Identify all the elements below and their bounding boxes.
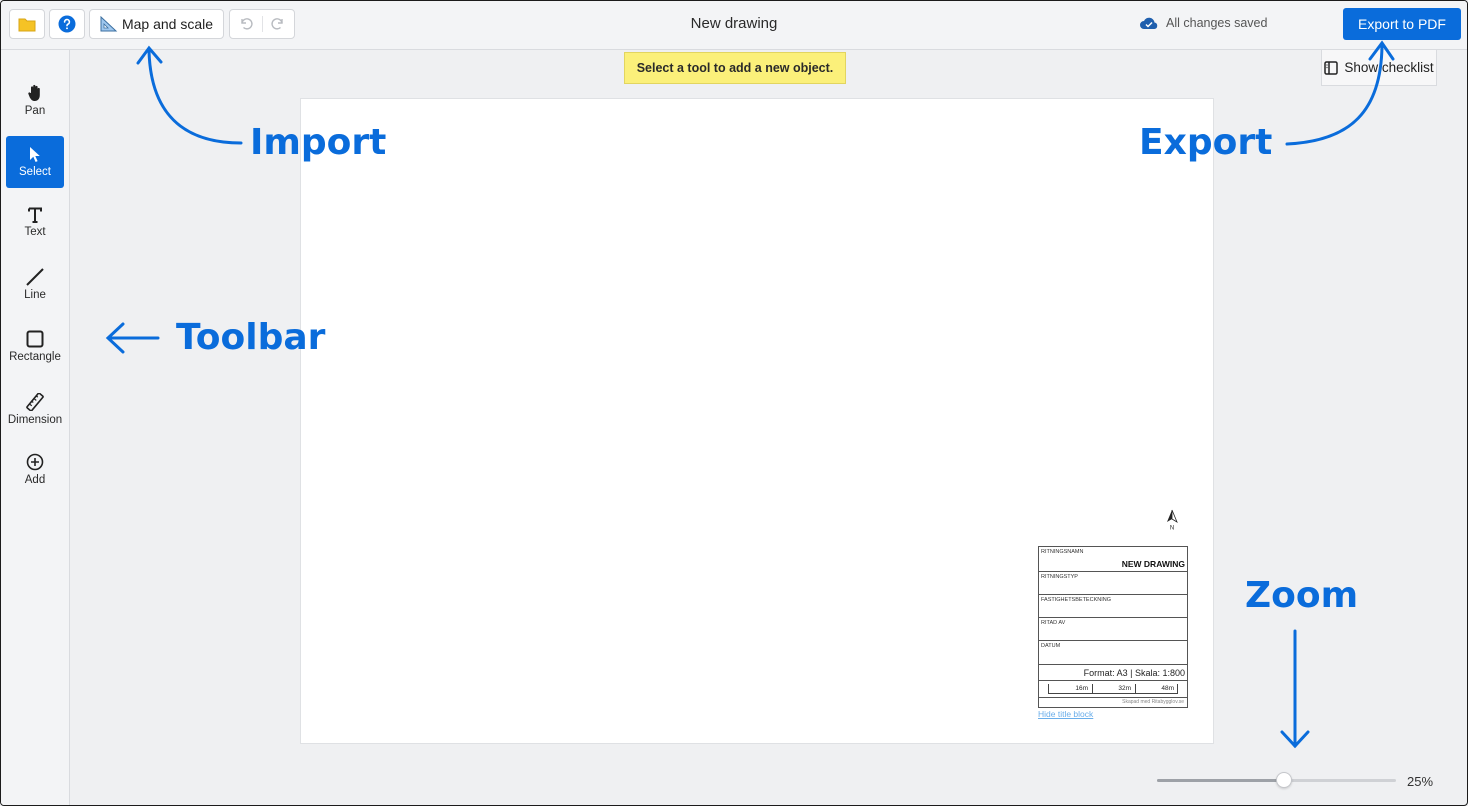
tool-hint: Select a tool to add a new object.	[624, 52, 846, 84]
zoom-slider[interactable]	[1157, 772, 1396, 788]
folder-icon	[18, 18, 36, 31]
property-key: FASTIGHETSBETECKNING	[1041, 597, 1111, 603]
tool-pan[interactable]: Pan	[6, 74, 64, 126]
set-square-icon	[100, 16, 118, 32]
scale-tick	[1092, 684, 1093, 693]
type-key: RITNINGSTYP	[1041, 574, 1078, 580]
toolbar-annotation: Toolbar	[176, 317, 326, 358]
hide-title-block-link[interactable]: Hide title block	[1038, 709, 1093, 719]
scale-bar: 16m 32m 48m	[1048, 684, 1178, 694]
tool-rectangle-label: Rectangle	[9, 350, 61, 363]
title-block-name-row: RITNINGSNAMN NEW DRAWING	[1039, 547, 1187, 572]
show-checklist-label: Show checklist	[1344, 60, 1434, 75]
scale-mark-2: 32m	[1118, 685, 1131, 692]
tool-line-label: Line	[24, 288, 46, 301]
date-key: DATUM	[1041, 643, 1061, 649]
map-and-scale-label: Map and scale	[121, 16, 214, 32]
show-checklist-button[interactable]: Show checklist	[1321, 50, 1437, 86]
name-value: NEW DRAWING	[1121, 559, 1185, 569]
tool-text[interactable]: Text	[6, 196, 64, 248]
redo-button[interactable]	[263, 16, 295, 32]
plus-circle-icon	[26, 453, 44, 470]
title-block-date-row: DATUM	[1039, 641, 1187, 665]
title-block[interactable]: RITNINGSNAMN NEW DRAWING RITNINGSTYP FAS…	[1038, 546, 1188, 708]
zoom-arrowhead	[1280, 730, 1310, 749]
north-arrow-icon: N	[1167, 509, 1178, 532]
cursor-icon	[30, 147, 40, 162]
title-block-property-row: FASTIGHETSBETECKNING	[1039, 595, 1187, 618]
scale-mark-1: 16m	[1075, 685, 1088, 692]
export-annotation: Export	[1139, 122, 1273, 163]
import-arrowhead	[136, 45, 163, 65]
tool-select[interactable]: Select	[6, 136, 64, 188]
text-icon	[28, 207, 42, 223]
drawn-by-key: RITAD AV	[1041, 620, 1066, 626]
tool-dimension-label: Dimension	[7, 413, 63, 426]
scale-mark-3: 48m	[1161, 685, 1174, 692]
format-text: Format: A3 | Skala: 1:800	[1083, 668, 1185, 678]
zoom-level: 25%	[1407, 774, 1434, 789]
north-arrow: N	[1164, 509, 1180, 536]
save-status: All changes saved	[1139, 15, 1267, 30]
help-button[interactable]	[49, 9, 85, 39]
export-to-pdf-button[interactable]: Export to PDF	[1343, 8, 1461, 40]
tool-add[interactable]: Add	[6, 443, 64, 495]
import-annotation: Import	[250, 122, 387, 163]
tool-add-label: Add	[24, 473, 46, 486]
tool-dimension[interactable]: Dimension	[6, 383, 64, 435]
tool-line[interactable]: Line	[6, 258, 64, 310]
line-icon	[26, 267, 44, 286]
tool-text-label: Text	[24, 225, 46, 238]
title-block-type-row: RITNINGSTYP	[1039, 572, 1187, 595]
tool-rectangle[interactable]: Rectangle	[6, 320, 64, 372]
redo-icon	[271, 18, 283, 30]
title-block-scale-row: 16m 32m 48m	[1039, 681, 1187, 698]
app-window: Map and scale New drawing All changes sa…	[0, 0, 1468, 806]
sidebar-panel-icon	[1324, 60, 1339, 75]
top-bar: Map and scale New drawing All changes sa…	[1, 1, 1467, 50]
rectangle-icon	[26, 330, 44, 347]
title-block-format-row: Format: A3 | Skala: 1:800	[1039, 665, 1187, 681]
title-block-credit: Skapad med Ritabygglov.se	[1122, 699, 1184, 705]
save-status-text: All changes saved	[1166, 15, 1268, 30]
ruler-icon	[26, 392, 44, 411]
toolbar-arrowhead	[105, 322, 125, 354]
tool-select-label: Select	[19, 166, 51, 178]
zoom-slider-fill	[1157, 779, 1285, 782]
zoom-annotation: Zoom	[1245, 575, 1359, 616]
undo-button[interactable]	[230, 16, 263, 32]
help-icon	[58, 15, 76, 33]
scale-tick	[1135, 684, 1136, 693]
undo-icon	[241, 18, 253, 30]
tool-pan-label: Pan	[24, 104, 46, 117]
import-arrow	[147, 49, 243, 145]
open-folder-button[interactable]	[9, 9, 45, 39]
hand-icon	[28, 84, 40, 101]
name-key: RITNINGSNAMN	[1041, 549, 1084, 555]
toolbar: Pan Select Text Line Rectangle Dimension…	[1, 50, 70, 805]
cloud-check-icon	[1140, 17, 1158, 29]
map-and-scale-button[interactable]: Map and scale	[89, 9, 224, 39]
zoom-slider-thumb[interactable]	[1276, 772, 1293, 788]
north-label: N	[1170, 526, 1174, 532]
title-block-drawn-by-row: RITAD AV	[1039, 618, 1187, 641]
undo-redo-group	[229, 9, 295, 39]
